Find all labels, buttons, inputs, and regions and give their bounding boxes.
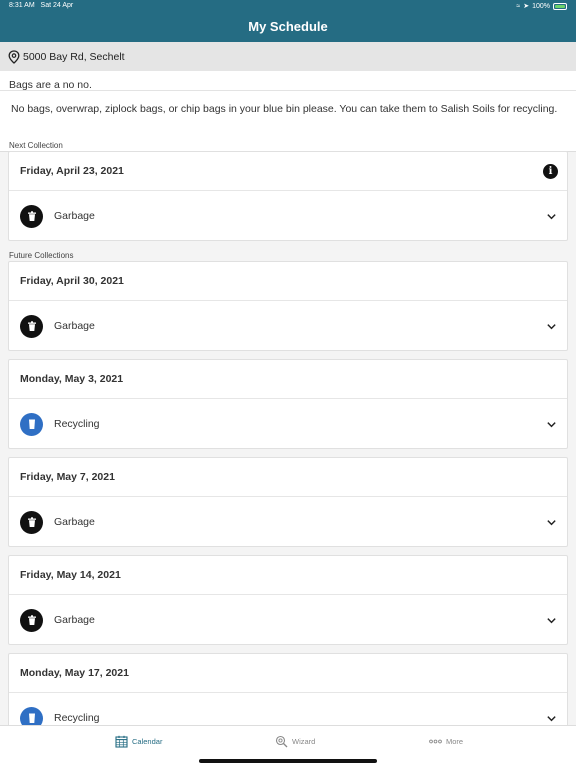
collection-card: Monday, May 3, 2021 Recycling [8, 359, 568, 449]
chevron-down-icon[interactable] [546, 517, 557, 528]
garbage-bin-icon [20, 608, 43, 632]
status-date: Sat 24 Apr [40, 2, 74, 9]
next-collection-label: Next Collection [9, 141, 63, 150]
address-text: 5000 Bay Rd, Sechelt [23, 50, 125, 63]
app-header: 8:31 AM Sat 24 Apr ≈ ➤ 100% My Schedule [0, 0, 576, 42]
collection-date: Friday, May 14, 2021 [9, 556, 567, 595]
collection-type: Garbage [54, 516, 95, 528]
collection-row[interactable]: Garbage [9, 301, 567, 351]
collection-card: Friday, April 23, 2021 i Garbage [8, 151, 568, 241]
battery-percent: 100% [532, 2, 550, 10]
garbage-bin-icon [20, 314, 43, 338]
collection-date: Friday, May 7, 2021 [9, 458, 567, 497]
more-dots-icon [429, 739, 442, 744]
address-bar[interactable]: 5000 Bay Rd, Sechelt [0, 42, 576, 71]
collection-date: Monday, May 3, 2021 [9, 360, 567, 399]
collection-date-text: Friday, April 23, 2021 [20, 165, 124, 177]
notice-text: No bags, overwrap, ziplock bags, or chip… [11, 103, 558, 115]
collection-card: Friday, April 30, 2021 Garbage [8, 261, 568, 351]
info-icon[interactable]: i [543, 164, 558, 179]
collection-type: Garbage [54, 614, 95, 626]
status-bar-indicators: ≈ ➤ 100% [516, 2, 567, 10]
location-arrow-icon: ➤ [523, 3, 530, 10]
notice-panel: Bags are a no no. No bags, overwrap, zip… [0, 71, 576, 152]
collection-row[interactable]: Garbage [9, 595, 567, 645]
notice-title: Bags are a no no. [0, 71, 576, 91]
chevron-down-icon[interactable] [546, 615, 557, 626]
tab-label: Wizard [292, 737, 316, 746]
collection-type: Recycling [54, 712, 100, 724]
calendar-icon [115, 735, 128, 748]
garbage-bin-icon [20, 510, 43, 534]
tab-wizard[interactable]: Wizard [275, 735, 315, 748]
collection-type: Garbage [54, 210, 95, 222]
collection-row[interactable]: Garbage [9, 191, 567, 241]
wifi-icon: ≈ [516, 2, 521, 10]
collection-date: Friday, April 30, 2021 [9, 262, 567, 301]
collection-card: Friday, May 7, 2021 Garbage [8, 457, 568, 547]
garbage-bin-icon [20, 204, 43, 228]
recycling-bin-icon [20, 412, 43, 436]
chevron-down-icon[interactable] [546, 419, 557, 430]
tab-more[interactable]: More [429, 735, 463, 748]
collection-card: Friday, May 14, 2021 Garbage [8, 555, 568, 645]
chevron-down-icon[interactable] [546, 211, 557, 222]
collection-date: Monday, May 17, 2021 [9, 654, 567, 693]
collection-date: Friday, April 23, 2021 i [9, 152, 567, 191]
tab-label: More [446, 737, 464, 746]
future-collections-label: Future Collections [9, 251, 74, 260]
location-pin-icon [8, 49, 20, 64]
magnifier-icon [275, 735, 288, 748]
status-bar-time: 8:31 AM Sat 24 Apr [9, 2, 73, 9]
chevron-down-icon[interactable] [546, 321, 557, 332]
collection-type: Garbage [54, 320, 95, 332]
chevron-down-icon[interactable] [546, 713, 557, 724]
battery-icon [553, 2, 567, 10]
tab-label: Calendar [132, 737, 163, 746]
page-title: My Schedule [248, 19, 328, 34]
tab-calendar[interactable]: Calendar [115, 735, 162, 748]
collection-row[interactable]: Garbage [9, 497, 567, 547]
collection-row[interactable]: Recycling [9, 399, 567, 449]
home-indicator[interactable] [199, 759, 377, 763]
status-time: 8:31 AM [9, 2, 35, 9]
collection-type: Recycling [54, 418, 100, 430]
